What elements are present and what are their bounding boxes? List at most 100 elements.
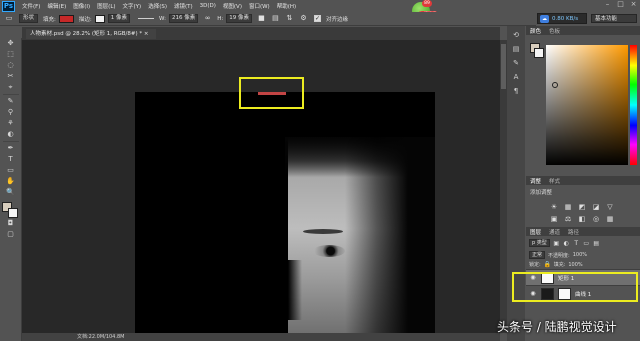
- vibrance-icon[interactable]: ▽: [606, 203, 614, 211]
- dodge-tool-icon[interactable]: ◐: [2, 129, 20, 140]
- marquee-tool-icon[interactable]: ⬚: [2, 49, 20, 60]
- crop-tool-icon[interactable]: ✂: [2, 71, 20, 82]
- menu-image[interactable]: 图像(I): [73, 2, 90, 10]
- paragraph-panel-icon[interactable]: ¶: [509, 86, 523, 97]
- menu-layer[interactable]: 图层(L): [97, 2, 115, 10]
- layer-kind-filter[interactable]: p 类型: [529, 239, 550, 247]
- move-tool-icon[interactable]: ✥: [2, 38, 20, 49]
- tab-styles[interactable]: 样式: [549, 177, 560, 185]
- tab-paths[interactable]: 路径: [568, 228, 579, 236]
- channel-mixer-icon[interactable]: ▦: [606, 215, 614, 223]
- smart-filter-icon[interactable]: ▤: [593, 240, 600, 247]
- curves-icon[interactable]: ◩: [578, 203, 586, 211]
- scrollbar-thumb[interactable]: [501, 44, 506, 89]
- quick-mask-icon[interactable]: ◘: [2, 218, 20, 229]
- close-window-button[interactable]: ×: [630, 1, 637, 8]
- shape-filter-icon[interactable]: ▭: [583, 240, 590, 247]
- adjust-filter-icon[interactable]: ◐: [563, 240, 570, 247]
- height-label: H:: [217, 15, 224, 22]
- tab-swatches[interactable]: 色板: [549, 27, 560, 35]
- photoshop-logo: Ps: [2, 0, 15, 12]
- history-panel-icon[interactable]: ⟲: [509, 30, 523, 41]
- lock-label: 锁定:: [529, 262, 541, 268]
- zoom-tool-icon[interactable]: 🔍: [2, 187, 20, 198]
- fill-opacity-value[interactable]: 100%: [568, 262, 582, 268]
- screen-mode-icon[interactable]: ▢: [2, 229, 20, 240]
- network-speed-box: ☁ 0.80 KB/s: [537, 13, 587, 24]
- link-icon[interactable]: ∞: [203, 14, 212, 23]
- properties-panel-icon[interactable]: ▤: [509, 44, 523, 55]
- pixel-filter-icon[interactable]: ▣: [553, 240, 560, 247]
- align-edges-checkbox[interactable]: ✓: [313, 15, 321, 22]
- panel-background-swatch[interactable]: [534, 48, 544, 58]
- color-picker-field[interactable]: [546, 45, 628, 165]
- path-alignment-icon[interactable]: ▤: [271, 14, 280, 23]
- path-arrangement-icon[interactable]: ⇅: [285, 14, 294, 23]
- menu-view[interactable]: 视图(V): [223, 2, 242, 10]
- hue-saturation-icon[interactable]: ▣: [550, 215, 558, 223]
- menu-type[interactable]: 文字(Y): [123, 2, 142, 10]
- color-panel: [526, 35, 640, 175]
- character-panel-icon[interactable]: A: [509, 72, 523, 83]
- width-input[interactable]: 216 像素: [168, 14, 199, 23]
- color-picker-cursor[interactable]: [552, 82, 558, 88]
- lock-icon[interactable]: 🔒: [544, 261, 551, 268]
- photo-filter-icon[interactable]: ◎: [592, 215, 600, 223]
- adjustment-row-1: ☀ ▦ ◩ ◪ ▽: [526, 203, 640, 211]
- maximize-button[interactable]: □: [617, 1, 624, 8]
- workspace-select[interactable]: 基本功能: [591, 14, 637, 23]
- close-tab-icon[interactable]: ×: [144, 31, 149, 37]
- document-canvas[interactable]: [135, 92, 435, 341]
- vertical-scrollbar[interactable]: [500, 40, 507, 333]
- opacity-value[interactable]: 100%: [573, 252, 587, 258]
- tab-color[interactable]: 颜色: [530, 27, 541, 35]
- history-brush-tool-icon[interactable]: ⚘: [2, 118, 20, 129]
- brightness-icon[interactable]: ☀: [550, 203, 558, 211]
- menu-edit[interactable]: 编辑(E): [47, 2, 66, 10]
- hand-tool-icon[interactable]: ✋: [2, 176, 20, 187]
- portrait-eye: [313, 245, 345, 257]
- shape-highlight-frame: [239, 77, 304, 109]
- rectangle-tool-icon[interactable]: ▭: [2, 165, 20, 176]
- color-swatches[interactable]: [1, 202, 20, 218]
- color-balance-icon[interactable]: ⚖: [564, 215, 572, 223]
- brush-panel-icon[interactable]: ✎: [509, 58, 523, 69]
- fill-color-swatch[interactable]: [58, 14, 74, 23]
- opacity-label: 不透明度:: [548, 252, 570, 259]
- options-bar: ▭ 形状 填充: 描边: 1 像素 W: 216 像素 ∞ H: 19 像素 ■…: [0, 12, 536, 26]
- pen-tool-icon[interactable]: ✒: [2, 143, 20, 154]
- type-tool-icon[interactable]: T: [2, 154, 20, 165]
- stroke-color-swatch[interactable]: [94, 14, 105, 23]
- path-operations-icon[interactable]: ■: [257, 14, 266, 23]
- black-white-icon[interactable]: ◧: [578, 215, 586, 223]
- stroke-type-select[interactable]: [137, 18, 154, 19]
- tab-channels[interactable]: 通道: [549, 228, 560, 236]
- document-tab[interactable]: 人物素材.psd @ 28.2% (矩形 1, RGB/8#) * ×: [26, 29, 156, 39]
- stroke-width-input[interactable]: 1 像素: [107, 14, 130, 23]
- height-input[interactable]: 19 像素: [226, 14, 252, 23]
- clone-stamp-tool-icon[interactable]: ⚲: [2, 107, 20, 118]
- tab-layers[interactable]: 图层: [530, 228, 541, 236]
- menu-3d[interactable]: 3D(D): [200, 3, 216, 9]
- menu-window[interactable]: 窗口(W): [249, 2, 270, 10]
- blend-mode-select[interactable]: 正常: [529, 251, 546, 259]
- tab-adjustments[interactable]: 调整: [530, 177, 541, 185]
- brush-tool-icon[interactable]: ✎: [2, 96, 20, 107]
- hue-slider[interactable]: [630, 45, 637, 165]
- type-filter-icon[interactable]: T: [573, 240, 580, 247]
- width-label: W:: [158, 15, 166, 22]
- cloud-icon: ☁: [540, 14, 549, 23]
- background-color[interactable]: [7, 208, 18, 218]
- menu-filter[interactable]: 滤镜(T): [174, 2, 193, 10]
- shape-mode-select[interactable]: 形状: [19, 14, 39, 23]
- minimize-button[interactable]: –: [604, 1, 611, 8]
- menu-help[interactable]: 帮助(H): [277, 2, 296, 10]
- rectangle-tool-icon[interactable]: ▭: [3, 14, 15, 24]
- levels-icon[interactable]: ▦: [564, 203, 572, 211]
- settings-gear-icon[interactable]: ⚙: [299, 14, 308, 23]
- menu-select[interactable]: 选择(S): [148, 2, 167, 10]
- eyedropper-tool-icon[interactable]: ⌖: [2, 82, 20, 93]
- menu-file[interactable]: 文件(F): [22, 2, 40, 10]
- lasso-tool-icon[interactable]: ◌: [2, 60, 20, 71]
- exposure-icon[interactable]: ◪: [592, 203, 600, 211]
